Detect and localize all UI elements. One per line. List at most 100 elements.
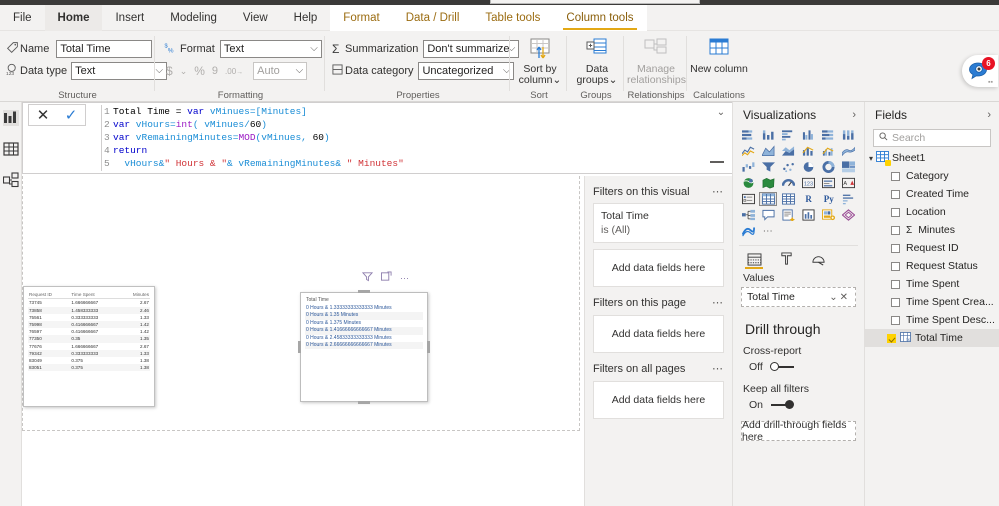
- field-item-created-time[interactable]: Created Time: [865, 185, 999, 203]
- formula-bar-resize-handle[interactable]: [710, 161, 724, 163]
- card-visual[interactable]: Total Time 0 Hours & 1.33333333333333 Mi…: [300, 292, 428, 402]
- chevron-down-icon[interactable]: ▾: [869, 154, 873, 163]
- resize-handle-left[interactable]: [298, 341, 301, 353]
- cross-report-toggle[interactable]: [769, 362, 795, 372]
- field-item-time-spent-crea[interactable]: Time Spent Crea...: [865, 293, 999, 311]
- manage-relationships-button[interactable]: Manage relationships: [627, 35, 686, 86]
- decrease-decimals-button[interactable]: .00→: [225, 67, 243, 76]
- table-column-header[interactable]: Minutes: [119, 291, 150, 300]
- scatter-chart-icon[interactable]: [779, 160, 797, 174]
- more-options-icon[interactable]: ⋯: [712, 296, 724, 309]
- field-checkbox[interactable]: [891, 279, 900, 289]
- table-row[interactable]: 73858 1.458333333 2.46: [28, 306, 150, 314]
- data-view-icon[interactable]: [3, 141, 19, 157]
- field-item-time-spent[interactable]: Time Spent: [865, 275, 999, 293]
- card-icon[interactable]: 123: [799, 176, 817, 190]
- table-row[interactable]: 83051 0.375 1.38: [28, 364, 150, 372]
- filters-dropzone[interactable]: Add data fields here: [593, 381, 724, 419]
- slicer-icon[interactable]: [739, 192, 757, 206]
- focus-mode-icon[interactable]: [381, 271, 392, 285]
- ribbon-tab-data-drill[interactable]: Data / Drill: [392, 5, 473, 31]
- field-checkbox[interactable]: [891, 189, 900, 199]
- ribbon-tab-modeling[interactable]: Modeling: [157, 5, 230, 31]
- ribbon-tab-insert[interactable]: Insert: [102, 5, 157, 31]
- field-checkbox[interactable]: [891, 243, 900, 253]
- power-automate-icon[interactable]: [739, 224, 757, 238]
- datatype-select[interactable]: Text: [71, 62, 168, 80]
- filled-map-icon[interactable]: [759, 176, 777, 190]
- more-options-icon[interactable]: ⋯: [759, 224, 777, 238]
- ribbon-tab-column-tools[interactable]: Column tools: [553, 5, 647, 31]
- dax-formula-editor[interactable]: 1 Total Time = var vMinues=[Minutes] 2 var …: [101, 105, 705, 171]
- smart-narrative-icon[interactable]: [779, 208, 797, 222]
- more-options-icon[interactable]: ⋯: [712, 362, 724, 375]
- datacategory-select[interactable]: Uncategorized: [418, 62, 515, 80]
- table-icon[interactable]: [759, 192, 778, 206]
- field-item-total-time[interactable]: fx Total Time: [865, 329, 999, 347]
- filter-icon[interactable]: [361, 271, 374, 285]
- clustered-bar-chart-icon[interactable]: [779, 128, 797, 142]
- table-row[interactable]: 76597 0.416666667 1.42: [28, 328, 150, 335]
- field-item-request-status[interactable]: Request Status: [865, 257, 999, 275]
- cancel-formula-icon[interactable]: ✕: [37, 106, 50, 124]
- data-groups-button[interactable]: Data groups⌄: [568, 35, 626, 86]
- format-tab-icon[interactable]: [777, 251, 795, 267]
- treemap-icon[interactable]: [840, 160, 858, 174]
- field-checkbox[interactable]: [891, 225, 900, 235]
- power-apps-icon[interactable]: [840, 208, 858, 222]
- card-visual-row[interactable]: 0 Hours & 2.45833333333333 Minutes: [305, 335, 423, 342]
- table-row[interactable]: 73745 1.666666667 2.67: [28, 299, 150, 307]
- key-influencers-icon[interactable]: [840, 192, 858, 206]
- line-clustered-column-icon[interactable]: [820, 144, 838, 158]
- field-item-request-id[interactable]: Request ID: [865, 239, 999, 257]
- ribbon-tab-help[interactable]: Help: [281, 5, 331, 31]
- ribbon-tab-home[interactable]: Home: [44, 5, 103, 31]
- filter-card[interactable]: Total Time is (All): [593, 203, 724, 243]
- field-checkbox[interactable]: [891, 207, 900, 217]
- chevron-down-icon[interactable]: ⌄: [609, 74, 618, 86]
- report-canvas[interactable]: Request ID Time Spent Minutes 73745 1.66666…: [22, 176, 584, 506]
- field-checkbox[interactable]: [891, 297, 900, 307]
- currency-dropdown-icon[interactable]: ⌄: [180, 66, 188, 77]
- table-row[interactable]: 77350 0.35 1.35: [28, 335, 150, 343]
- ribbon-chart-icon[interactable]: [840, 144, 858, 158]
- table-row[interactable]: 83049 0.375 1.38: [28, 357, 150, 364]
- close-icon[interactable]: ✕: [840, 292, 850, 303]
- fields-table-row[interactable]: ▾ Sheet1: [865, 147, 999, 167]
- clustered-column-chart-icon[interactable]: [799, 128, 817, 142]
- line-stacked-column-icon[interactable]: [799, 144, 817, 158]
- table-row[interactable]: 75561 0.333333333 1.33: [28, 314, 150, 321]
- decomposition-tree-icon[interactable]: [739, 208, 757, 222]
- more-options-icon[interactable]: ⋯: [400, 273, 410, 284]
- chevron-right-icon[interactable]: ›: [987, 109, 991, 121]
- analytics-tab-icon[interactable]: [809, 251, 827, 267]
- ribbon-tab-format[interactable]: Format: [330, 5, 393, 31]
- chevron-right-icon[interactable]: ›: [852, 109, 856, 121]
- kpi-icon[interactable]: A: [840, 176, 858, 190]
- chevron-down-icon[interactable]: ⌄: [829, 292, 839, 303]
- model-view-icon[interactable]: [2, 172, 19, 188]
- table-row[interactable]: 77676 1.666666667 2.67: [28, 343, 150, 350]
- resize-handle-top[interactable]: [358, 290, 370, 293]
- matrix-icon[interactable]: [779, 192, 797, 206]
- ribbon-tab-file[interactable]: File: [0, 5, 45, 31]
- ribbon-tab-table-tools[interactable]: Table tools: [472, 5, 554, 31]
- card-visual-row[interactable]: 0 Hours & 1.33333333333333 Minutes: [305, 305, 423, 312]
- help-chat-bubble[interactable]: 6 ▪▪: [962, 55, 998, 87]
- fields-search-box[interactable]: Search: [873, 129, 991, 147]
- python-visual-icon[interactable]: Py: [820, 192, 838, 206]
- formula-bar-expander[interactable]: ⌄: [710, 107, 729, 169]
- field-item-location[interactable]: Location: [865, 203, 999, 221]
- stacked-bar-chart-icon[interactable]: [739, 128, 757, 142]
- percent-button[interactable]: %: [194, 64, 205, 78]
- table-row[interactable]: 75998 0.416666667 1.42: [28, 320, 150, 329]
- name-input[interactable]: Total Time: [56, 40, 153, 58]
- drill-through-dropzone[interactable]: Add drill-through fields here: [741, 419, 856, 443]
- report-view-icon[interactable]: [3, 110, 19, 126]
- table-row[interactable]: 79342 0.333333333 1.33: [28, 349, 150, 357]
- filters-dropzone[interactable]: Add data fields here: [593, 249, 724, 287]
- q-and-a-icon[interactable]: [759, 208, 777, 222]
- line-chart-icon[interactable]: [739, 144, 757, 158]
- chevron-down-icon[interactable]: ⌄: [713, 107, 729, 118]
- field-checkbox[interactable]: [891, 261, 900, 271]
